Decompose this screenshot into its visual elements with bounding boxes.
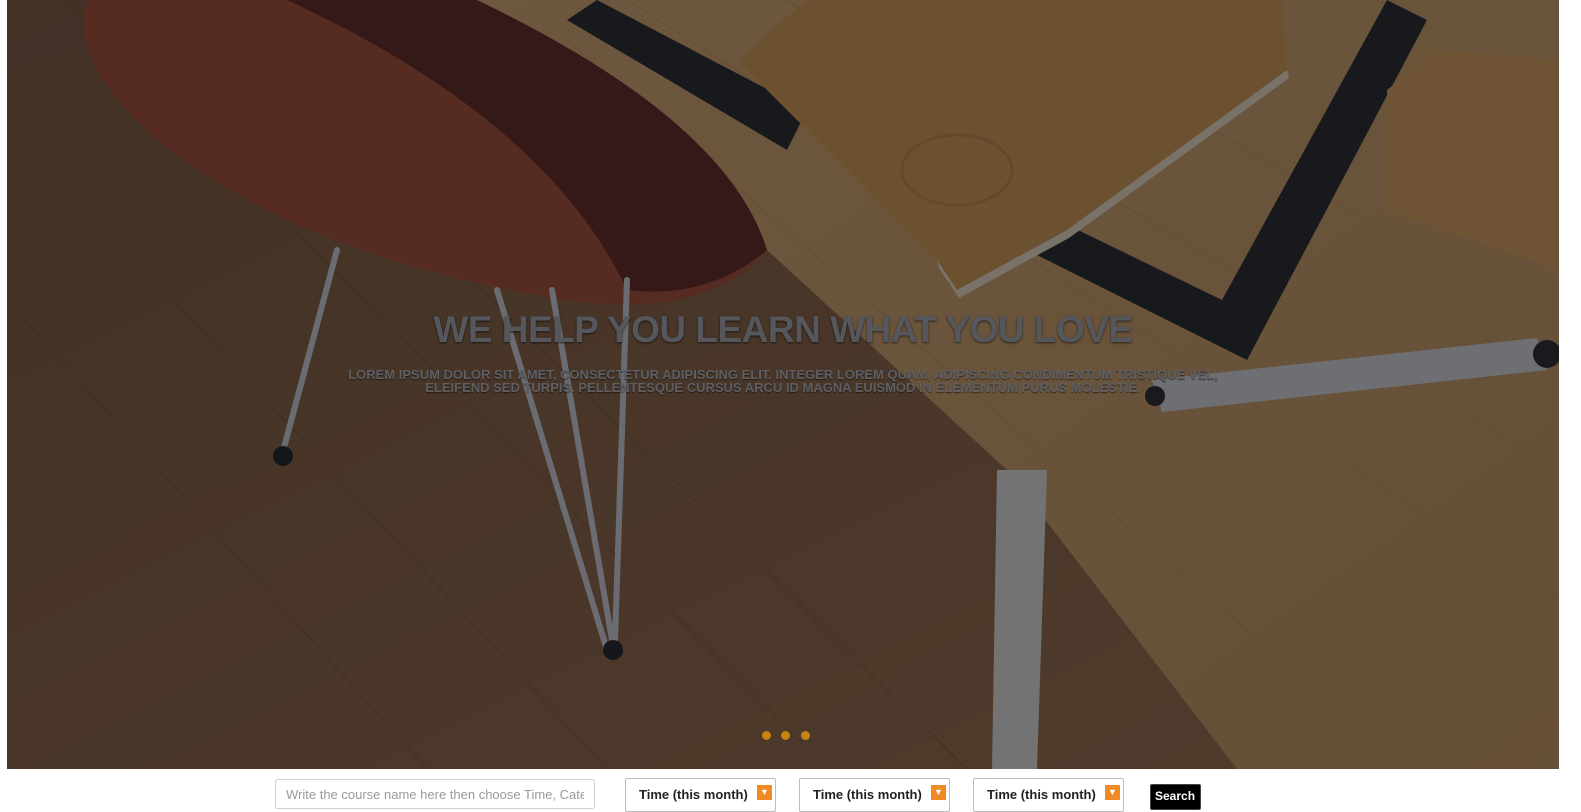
course-name-input[interactable] <box>275 779 595 809</box>
time-filter-select-2[interactable]: Time (this month) ▼ <box>799 778 950 812</box>
time-filter-label: Time (this month) <box>813 787 922 802</box>
slider-dot-3[interactable] <box>800 731 810 740</box>
time-filter-select-3[interactable]: Time (this month) ▼ <box>973 778 1124 812</box>
hero-slider: WE HELP YOU LEARN WHAT YOU LOVE LOREM IP… <box>7 0 1559 769</box>
time-filter-label: Time (this month) <box>987 787 1096 802</box>
time-filter-label: Time (this month) <box>639 787 748 802</box>
course-search-bar: Time (this month) ▼ Time (this month) ▼ … <box>0 769 1581 812</box>
search-button[interactable]: Search <box>1150 784 1201 810</box>
chevron-down-icon: ▼ <box>931 785 946 800</box>
chevron-down-icon: ▼ <box>757 785 772 800</box>
hero-title: WE HELP YOU LEARN WHAT YOU LOVE <box>433 309 1133 350</box>
slider-dot-1[interactable] <box>762 731 771 740</box>
hero-subtitle: LOREM IPSUM DOLOR SIT AMET, CONSECTETUR … <box>348 367 1218 395</box>
slider-dot-2[interactable] <box>781 731 791 740</box>
time-filter-select-1[interactable]: Time (this month) ▼ <box>625 778 776 812</box>
slider-pagination <box>762 727 816 740</box>
chevron-down-icon: ▼ <box>1105 785 1120 800</box>
